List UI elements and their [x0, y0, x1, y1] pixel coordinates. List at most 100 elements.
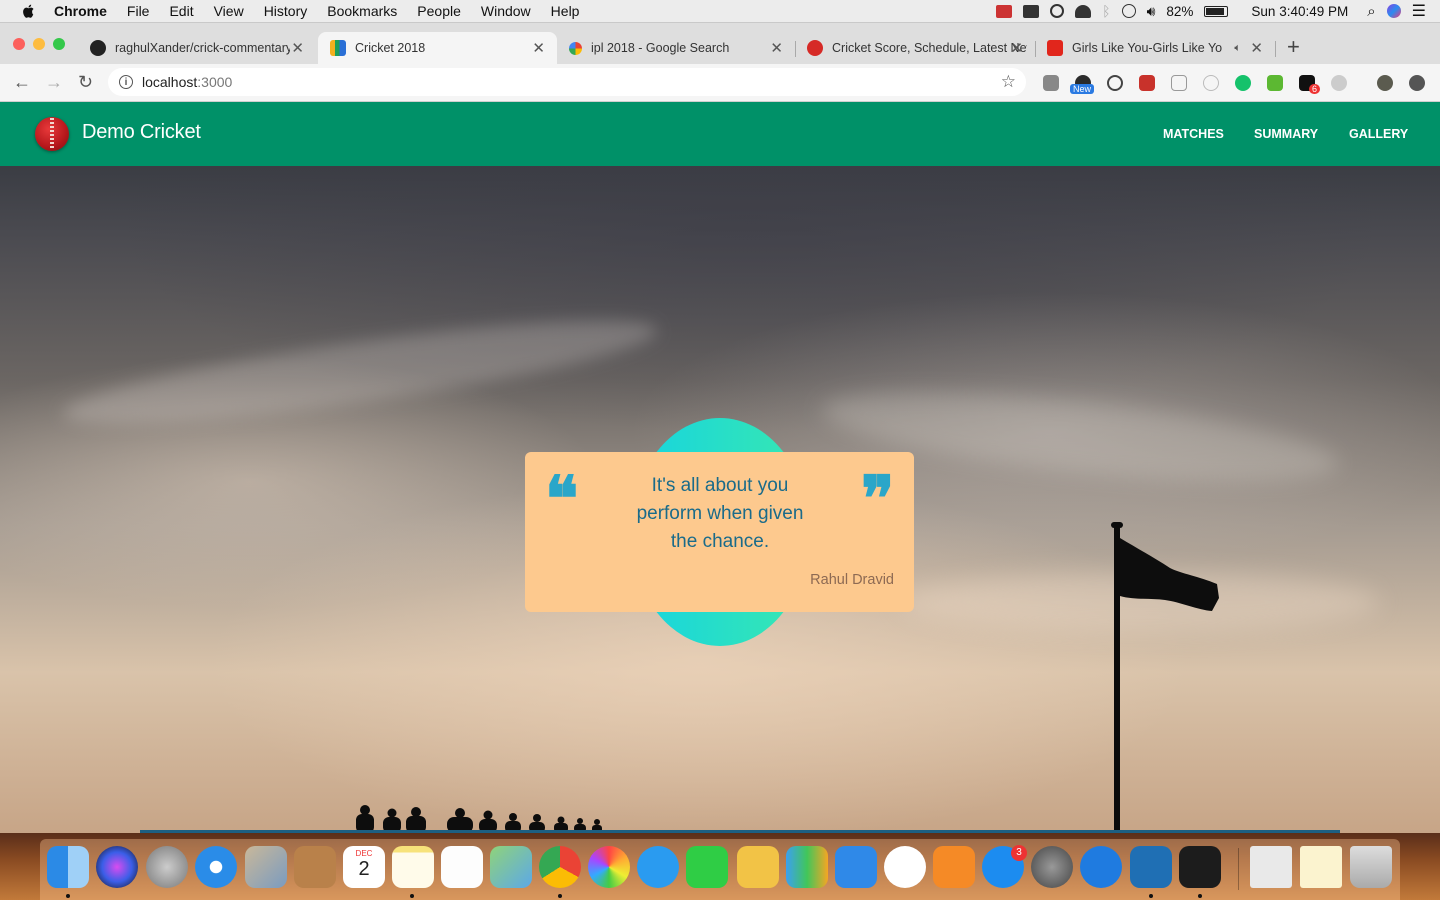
update-icon[interactable] — [1409, 75, 1425, 91]
nav-matches[interactable]: MATCHES — [1163, 127, 1224, 141]
calendar-month: DEC — [355, 849, 373, 858]
apple-menu-icon[interactable] — [20, 3, 38, 19]
siri-icon[interactable] — [1386, 4, 1401, 18]
trash-icon[interactable] — [1350, 846, 1392, 888]
nav-summary[interactable]: SUMMARY — [1254, 127, 1318, 141]
extension-icon[interactable] — [1203, 75, 1219, 91]
mail-icon[interactable] — [245, 846, 287, 888]
cloud-decoration — [58, 300, 662, 444]
teamviewer-icon[interactable] — [1080, 846, 1122, 888]
status-app-icon[interactable] — [996, 4, 1013, 18]
json-extension-icon[interactable] — [1171, 75, 1187, 91]
menu-app-name[interactable]: Chrome — [54, 3, 107, 19]
audio-playing-icon[interactable]: 🔈︎ — [1234, 42, 1241, 55]
safari-icon[interactable] — [195, 846, 237, 888]
photos-icon[interactable] — [588, 846, 630, 888]
menu-bookmarks[interactable]: Bookmarks — [327, 3, 397, 19]
running-indicator — [1198, 894, 1202, 898]
site-info-icon[interactable]: i — [119, 75, 133, 89]
running-indicator — [1149, 894, 1153, 898]
print-extension-icon[interactable] — [1267, 75, 1283, 91]
spotlight-search-icon[interactable]: ⌕ — [1367, 3, 1375, 20]
reload-icon[interactable]: ↻ — [78, 72, 93, 93]
extension-icon[interactable] — [1331, 75, 1347, 91]
grammarly-icon[interactable] — [1235, 75, 1251, 91]
quote-author: Rahul Dravid — [810, 572, 894, 588]
pages-icon[interactable] — [737, 846, 779, 888]
tab-title: Cricket Score, Schedule, Latest News — [832, 41, 1027, 55]
site-navbar: Demo Cricket MATCHES SUMMARY GALLERY — [0, 102, 1440, 166]
bluetooth-icon[interactable]: ᛒ — [1102, 3, 1110, 19]
ibooks-icon[interactable] — [933, 846, 975, 888]
forward-arrow-icon[interactable]: → — [45, 72, 63, 93]
calendar-icon[interactable]: DEC 2 — [343, 846, 385, 888]
app-store-badge: 3 — [1011, 845, 1027, 861]
launchpad-icon[interactable] — [146, 846, 188, 888]
profile-avatar[interactable] — [1377, 75, 1393, 91]
address-bar[interactable]: i localhost:3000 ☆ — [108, 68, 1026, 96]
tab-separator — [1035, 41, 1036, 57]
google-icon — [569, 41, 582, 55]
cloud-icon[interactable] — [1075, 4, 1092, 18]
close-tab-icon[interactable]: ✕ — [770, 39, 783, 57]
volume-icon[interactable]: 🔊︎ — [1147, 3, 1156, 20]
menu-file[interactable]: File — [127, 3, 150, 19]
speed-extension-icon[interactable] — [1107, 75, 1123, 91]
menu-edit[interactable]: Edit — [169, 3, 193, 19]
tab-separator — [1275, 41, 1276, 57]
notes-icon[interactable] — [392, 846, 434, 888]
bookmark-star-icon[interactable]: ☆ — [1001, 72, 1016, 92]
tab-google-search[interactable]: ipl 2018 - Google Search ✕ — [557, 32, 795, 64]
site-brand[interactable]: Demo Cricket — [82, 121, 201, 144]
new-tab-button[interactable]: + — [1287, 34, 1300, 60]
notification-center-icon[interactable]: ☰ — [1412, 1, 1426, 21]
document-stack-icon[interactable] — [1250, 846, 1292, 888]
wifi-icon[interactable] — [1121, 4, 1136, 18]
extension-icon[interactable] — [1139, 75, 1155, 91]
drive-icon[interactable] — [1023, 4, 1040, 18]
chrome-icon[interactable] — [539, 846, 581, 888]
maximize-window-button[interactable] — [53, 38, 65, 50]
close-tab-icon[interactable]: ✕ — [1010, 39, 1023, 57]
finder-icon[interactable] — [47, 846, 89, 888]
siri-dock-icon[interactable] — [96, 846, 138, 888]
close-tab-icon[interactable]: ✕ — [532, 39, 545, 57]
camera-extension-icon[interactable] — [1043, 75, 1059, 91]
reminders-icon[interactable] — [441, 846, 483, 888]
itunes-icon[interactable] — [884, 846, 926, 888]
tab-cricbuzz[interactable]: Cricket Score, Schedule, Latest News ✕ — [795, 32, 1035, 64]
keynote-icon[interactable] — [835, 846, 877, 888]
downloads-stack-icon[interactable] — [1300, 846, 1342, 888]
cricbuzz-icon — [807, 40, 823, 56]
contacts-icon[interactable] — [294, 846, 336, 888]
back-arrow-icon[interactable]: ← — [13, 72, 31, 93]
maps-icon[interactable] — [490, 846, 532, 888]
nav-gallery[interactable]: GALLERY — [1349, 127, 1408, 141]
vscode-icon[interactable] — [1130, 846, 1172, 888]
system-preferences-icon[interactable] — [1031, 846, 1073, 888]
menu-view[interactable]: View — [214, 3, 244, 19]
calendar-day: 2 — [358, 858, 370, 880]
close-window-button[interactable] — [13, 38, 25, 50]
tab-github[interactable]: raghulXander/crick-commentary ✕ — [78, 32, 316, 64]
close-tab-icon[interactable]: ✕ — [1250, 39, 1263, 57]
github-icon — [90, 40, 106, 56]
battery-icon[interactable] — [1204, 5, 1229, 17]
url-port: :3000 — [197, 74, 233, 90]
menu-window[interactable]: Window — [481, 3, 531, 19]
menu-history[interactable]: History — [264, 3, 308, 19]
cricket-ball-logo[interactable] — [35, 117, 69, 151]
sync-icon[interactable] — [1050, 4, 1065, 18]
messages-icon[interactable] — [637, 846, 679, 888]
facetime-icon[interactable] — [686, 846, 728, 888]
tab-cricket-2018[interactable]: Cricket 2018 ✕ — [318, 32, 557, 64]
numbers-icon[interactable] — [786, 846, 828, 888]
close-tab-icon[interactable]: ✕ — [291, 39, 304, 57]
tab-gaana[interactable]: Girls Like You-Girls Like You 🔈︎ ✕ — [1035, 32, 1275, 64]
running-indicator — [410, 894, 414, 898]
terminal-icon[interactable] — [1179, 846, 1221, 888]
menubar-clock[interactable]: Sun 3:40:49 PM — [1251, 4, 1348, 19]
menu-help[interactable]: Help — [551, 3, 580, 19]
menu-people[interactable]: People — [417, 3, 461, 19]
minimize-window-button[interactable] — [33, 38, 45, 50]
